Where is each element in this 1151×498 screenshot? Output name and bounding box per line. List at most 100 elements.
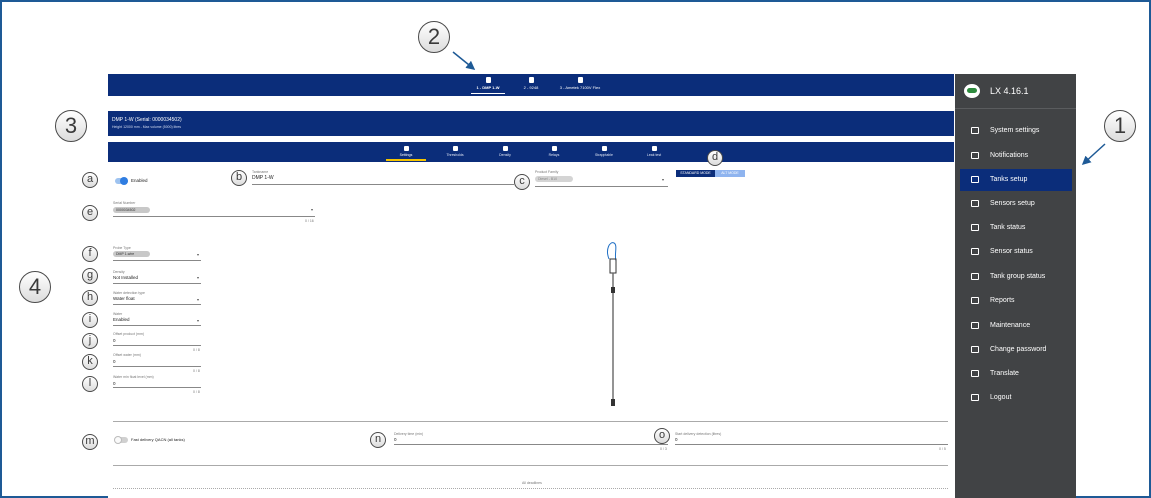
fast-delivery-label: Fast delivery QACN (all tanks) [131,437,185,442]
callout-m: m [82,434,98,450]
start-delivery-underline [675,444,948,445]
sidebar-item-label: Tanks setup [990,176,1028,183]
chart-icon [971,297,979,304]
callout-2: 2 [418,21,450,53]
group-icon [971,273,979,280]
water-value[interactable]: Enabled [113,317,130,322]
tab-thresholds[interactable]: Thresholds [435,146,475,157]
density-value[interactable]: Not Installed [113,275,138,280]
sidebar-divider [955,108,1076,109]
start-delivery-value[interactable]: 0 [675,437,678,442]
sidebar-item-sensor-status[interactable]: Sensor status [960,241,1072,263]
product-family-chip[interactable]: Diesel - B10 [535,176,573,182]
tankname-value[interactable]: DMP 1-W [252,175,274,181]
water-caption: Water [113,312,123,316]
water-type-value[interactable]: Water float [113,296,135,301]
sidebar-item-translate[interactable]: Translate [960,363,1072,385]
sidebar-item-label: Logout [990,394,1012,401]
key-icon [971,346,979,353]
drop-icon [651,146,657,151]
callout-3: 3 [55,110,87,142]
callout-g: g [82,268,98,284]
callout-l: l [82,376,98,392]
serial-caption: Serial Number [113,201,136,205]
sidebar-item-tank-group-status[interactable]: Tank group status [960,266,1072,288]
water-type-underline [113,304,201,305]
tab-label: Density [499,153,511,157]
sidebar-item-tanks-setup[interactable]: Tanks setup [960,169,1072,191]
water-min-value[interactable]: 0 [113,381,116,386]
tab-label: Thresholds [446,153,464,157]
sidebar-item-system-settings[interactable]: System settings [960,120,1072,142]
section-divider [113,421,948,422]
offset-water-counter: 0 / 8 [193,369,200,373]
sidebar-item-label: Change password [990,346,1047,353]
offset-product-counter: 0 / 8 [193,348,200,352]
offset-product-value[interactable]: 0 [113,338,116,343]
logo-mark [967,88,977,93]
sidebar-item-label: Reports [990,297,1015,304]
tab-label: Relays [548,153,560,157]
tab-settings[interactable]: Settings [386,146,426,161]
database-icon [971,200,979,207]
standard-mode-button[interactable]: STANDARD MODE [676,170,715,177]
tab-strapptable[interactable]: Strapptable [584,146,624,157]
serial-chip[interactable]: 0000034502 [113,207,150,213]
tank-settings-app: 1 - DMP 1-W 2 - 9248 3 - Ametek 7100V Fl… [108,74,1076,498]
callout-b: b [231,170,247,186]
callout-4: 4 [19,271,51,303]
delivery-time-underline [394,444,668,445]
tab-density[interactable]: Density [485,146,525,157]
offset-product-caption: Offset product (mm) [113,332,145,336]
density-caption: Density [113,270,125,274]
chevron-down-icon: ▾ [197,318,200,323]
sidebar-item-label: Tank group status [990,273,1046,280]
callout-k: k [82,354,98,370]
water-type-caption: Water detection type [113,291,145,295]
tab-leak-test[interactable]: Leak test [634,146,674,157]
start-delivery-caption: Start delivery detection (litres) [675,432,722,436]
tank-info-title: DMP 1-W (Serial: 0000034502) [112,117,182,123]
tankname-underline [252,184,514,185]
product-family-value: Diesel - B10 [538,177,558,181]
water-underline [113,325,201,326]
chevron-down-icon: ▾ [197,275,200,280]
fast-delivery-toggle[interactable] [114,436,128,444]
water-min-counter: 0 / 8 [193,390,200,394]
sidebar-item-label: System settings [990,127,1040,134]
translate-icon [971,370,979,377]
tab-label: Settings [399,153,413,157]
enabled-toggle[interactable] [115,177,128,185]
sidebar-item-label: Sensor status [990,248,1033,255]
callout-c: c [514,174,530,190]
probe-type-caption: Probe Type [113,246,131,250]
tank-tab-3[interactable]: 3 - Ametek 7100V Flex [545,77,615,90]
density-underline [113,283,201,284]
alt-mode-button[interactable]: ALT MODE [715,170,745,177]
product-family-underline [535,186,668,187]
delivery-time-caption: Delivery time (min) [394,432,424,436]
callout-o: o [654,428,670,444]
sidebar-item-maintenance[interactable]: Maintenance [960,315,1072,337]
tab-relays[interactable]: Relays [534,146,574,157]
sidebar-item-label: Translate [990,370,1019,377]
probe-type-chip[interactable]: DMP 1-wire [113,251,150,257]
sidebar-item-reports[interactable]: Reports [960,290,1072,312]
wrench-icon [971,322,979,329]
delivery-time-value[interactable]: 0 [394,437,397,442]
sidebar-item-label: Tank status [990,224,1026,231]
enabled-label: Enabled [131,178,148,183]
probe-type-underline [113,260,201,261]
sidebar-item-logout[interactable]: Logout [960,387,1072,409]
product-family-caption: Product Family [535,170,559,174]
sidebar-item-change-password[interactable]: Change password [960,339,1072,361]
offset-water-value[interactable]: 0 [113,359,116,364]
bottom-caption: All deadlines [522,481,542,485]
start-delivery-counter: 0 / 5 [939,447,946,451]
callout-h: h [82,290,98,306]
delivery-time-counter: 0 / 3 [660,447,667,451]
sidebar-item-tank-status[interactable]: Tank status [960,217,1072,239]
sidebar-item-notifications[interactable]: Notifications [960,145,1072,167]
sidebar-item-label: Maintenance [990,322,1031,329]
sidebar-item-sensors-setup[interactable]: Sensors setup [960,193,1072,215]
